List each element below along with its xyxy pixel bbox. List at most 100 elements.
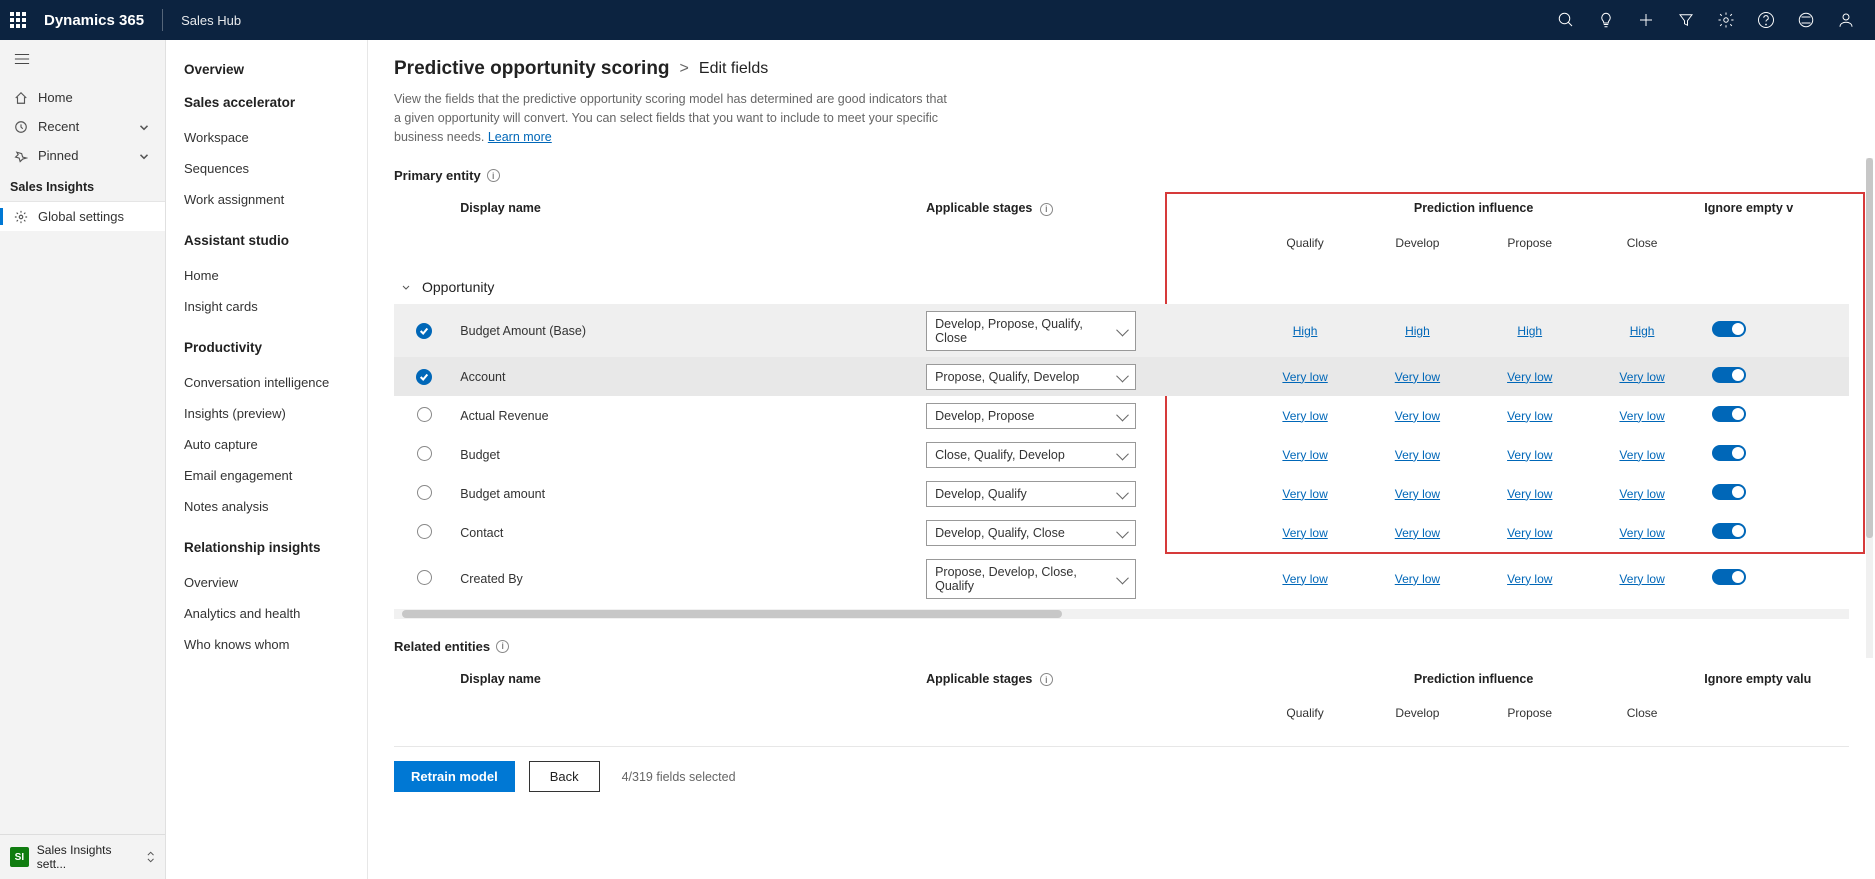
- col-applicable-stages[interactable]: Applicable stages i: [920, 662, 1249, 707]
- influence-link[interactable]: Very low: [1279, 370, 1331, 384]
- influence-link[interactable]: High: [1616, 324, 1668, 338]
- sidebar-item[interactable]: Work assignment: [184, 184, 349, 215]
- stages-dropdown[interactable]: Develop, Propose, Qualify, Close: [926, 311, 1136, 351]
- influence-link[interactable]: Very low: [1279, 409, 1331, 423]
- col-prediction-influence[interactable]: Prediction influence: [1249, 662, 1698, 707]
- sidebar-item[interactable]: Home: [184, 260, 349, 291]
- sidebar-item[interactable]: Notes analysis: [184, 491, 349, 522]
- col-develop[interactable]: Develop: [1361, 706, 1473, 736]
- row-selected-icon[interactable]: [416, 323, 432, 339]
- ignore-empty-toggle[interactable]: [1712, 484, 1746, 500]
- influence-link[interactable]: High: [1504, 324, 1556, 338]
- col-display-name[interactable]: Display name: [454, 662, 920, 707]
- sidebar-item[interactable]: Workspace: [184, 122, 349, 153]
- influence-link[interactable]: Very low: [1279, 448, 1331, 462]
- influence-link[interactable]: Very low: [1391, 572, 1443, 586]
- sidebar-item[interactable]: Overview: [184, 567, 349, 598]
- col-develop[interactable]: Develop: [1361, 236, 1473, 267]
- row-select-radio[interactable]: [417, 407, 432, 422]
- search-icon[interactable]: [1557, 11, 1575, 29]
- influence-link[interactable]: Very low: [1616, 448, 1668, 462]
- nav-global-settings[interactable]: Global settings: [0, 202, 165, 231]
- stages-dropdown[interactable]: Develop, Qualify, Close: [926, 520, 1136, 546]
- nav-home[interactable]: Home: [0, 83, 165, 112]
- col-ignore-empty[interactable]: Ignore empty v: [1698, 191, 1849, 236]
- info-icon[interactable]: i: [496, 640, 509, 653]
- influence-link[interactable]: Very low: [1504, 370, 1556, 384]
- col-ignore-empty[interactable]: Ignore empty valu: [1698, 662, 1849, 707]
- settings-icon[interactable]: [1717, 11, 1735, 29]
- help-icon[interactable]: [1757, 11, 1775, 29]
- influence-link[interactable]: Very low: [1391, 370, 1443, 384]
- table-row[interactable]: Budget amountDevelop, QualifyVery lowVer…: [394, 474, 1849, 513]
- row-selected-icon[interactable]: [416, 369, 432, 385]
- table-row[interactable]: BudgetClose, Qualify, DevelopVery lowVer…: [394, 435, 1849, 474]
- learn-more-link[interactable]: Learn more: [488, 130, 552, 144]
- influence-link[interactable]: Very low: [1391, 409, 1443, 423]
- row-select-radio[interactable]: [417, 570, 432, 585]
- influence-link[interactable]: Very low: [1279, 526, 1331, 540]
- sidebar-item[interactable]: Auto capture: [184, 429, 349, 460]
- lightbulb-icon[interactable]: [1597, 11, 1615, 29]
- influence-link[interactable]: Very low: [1616, 572, 1668, 586]
- ignore-empty-toggle[interactable]: [1712, 523, 1746, 539]
- ignore-empty-toggle[interactable]: [1712, 321, 1746, 337]
- influence-link[interactable]: Very low: [1616, 370, 1668, 384]
- plus-icon[interactable]: [1637, 11, 1655, 29]
- person-icon[interactable]: [1837, 11, 1855, 29]
- horizontal-scrollbar[interactable]: [394, 609, 1849, 619]
- info-icon[interactable]: i: [487, 169, 500, 182]
- sidebar-item[interactable]: Conversation intelligence: [184, 367, 349, 398]
- sidebar-group-head[interactable]: Overview: [184, 62, 349, 77]
- col-applicable-stages[interactable]: Applicable stages i: [920, 191, 1249, 236]
- sidebar-item[interactable]: Sequences: [184, 153, 349, 184]
- col-propose[interactable]: Propose: [1474, 236, 1586, 267]
- influence-link[interactable]: Very low: [1279, 487, 1331, 501]
- nav-pinned[interactable]: Pinned: [0, 141, 165, 170]
- table-row[interactable]: Budget Amount (Base)Develop, Propose, Qu…: [394, 304, 1849, 357]
- col-propose[interactable]: Propose: [1474, 706, 1586, 736]
- sidebar-item[interactable]: Analytics and health: [184, 598, 349, 629]
- influence-link[interactable]: Very low: [1504, 572, 1556, 586]
- hamburger-icon[interactable]: [0, 40, 165, 83]
- table-row[interactable]: ContactDevelop, Qualify, CloseVery lowVe…: [394, 513, 1849, 552]
- influence-link[interactable]: Very low: [1616, 409, 1668, 423]
- breadcrumb-root[interactable]: Predictive opportunity scoring: [394, 58, 670, 80]
- sidebar-item[interactable]: Insights (preview): [184, 398, 349, 429]
- apps-icon[interactable]: [1797, 11, 1815, 29]
- info-icon[interactable]: i: [1040, 673, 1053, 686]
- influence-link[interactable]: High: [1391, 324, 1443, 338]
- ignore-empty-toggle[interactable]: [1712, 406, 1746, 422]
- stages-dropdown[interactable]: Propose, Qualify, Develop: [926, 364, 1136, 390]
- ignore-empty-toggle[interactable]: [1712, 569, 1746, 585]
- table-row[interactable]: AccountPropose, Qualify, DevelopVery low…: [394, 357, 1849, 396]
- influence-link[interactable]: Very low: [1279, 572, 1331, 586]
- stages-dropdown[interactable]: Propose, Develop, Close, Qualify: [926, 559, 1136, 599]
- influence-link[interactable]: Very low: [1616, 526, 1668, 540]
- retrain-button[interactable]: Retrain model: [394, 761, 515, 792]
- app-launcher-icon[interactable]: [10, 12, 26, 28]
- influence-link[interactable]: Very low: [1504, 409, 1556, 423]
- filter-icon[interactable]: [1677, 11, 1695, 29]
- stages-dropdown[interactable]: Develop, Qualify: [926, 481, 1136, 507]
- col-display-name[interactable]: Display name: [454, 191, 920, 236]
- col-close[interactable]: Close: [1586, 236, 1698, 267]
- vertical-scrollbar[interactable]: [1866, 158, 1873, 658]
- info-icon[interactable]: i: [1040, 203, 1053, 216]
- influence-link[interactable]: Very low: [1504, 487, 1556, 501]
- sidebar-item[interactable]: Email engagement: [184, 460, 349, 491]
- row-select-radio[interactable]: [417, 446, 432, 461]
- col-close[interactable]: Close: [1586, 706, 1698, 736]
- back-button[interactable]: Back: [529, 761, 600, 792]
- influence-link[interactable]: Very low: [1391, 526, 1443, 540]
- influence-link[interactable]: Very low: [1616, 487, 1668, 501]
- group-toggle[interactable]: Opportunity: [400, 279, 494, 295]
- sidebar-item[interactable]: Insight cards: [184, 291, 349, 322]
- ignore-empty-toggle[interactable]: [1712, 445, 1746, 461]
- ignore-empty-toggle[interactable]: [1712, 367, 1746, 383]
- row-select-radio[interactable]: [417, 524, 432, 539]
- stages-dropdown[interactable]: Close, Qualify, Develop: [926, 442, 1136, 468]
- influence-link[interactable]: Very low: [1504, 448, 1556, 462]
- area-switcher[interactable]: SI Sales Insights sett...: [0, 834, 165, 879]
- sidebar-item[interactable]: Who knows whom: [184, 629, 349, 660]
